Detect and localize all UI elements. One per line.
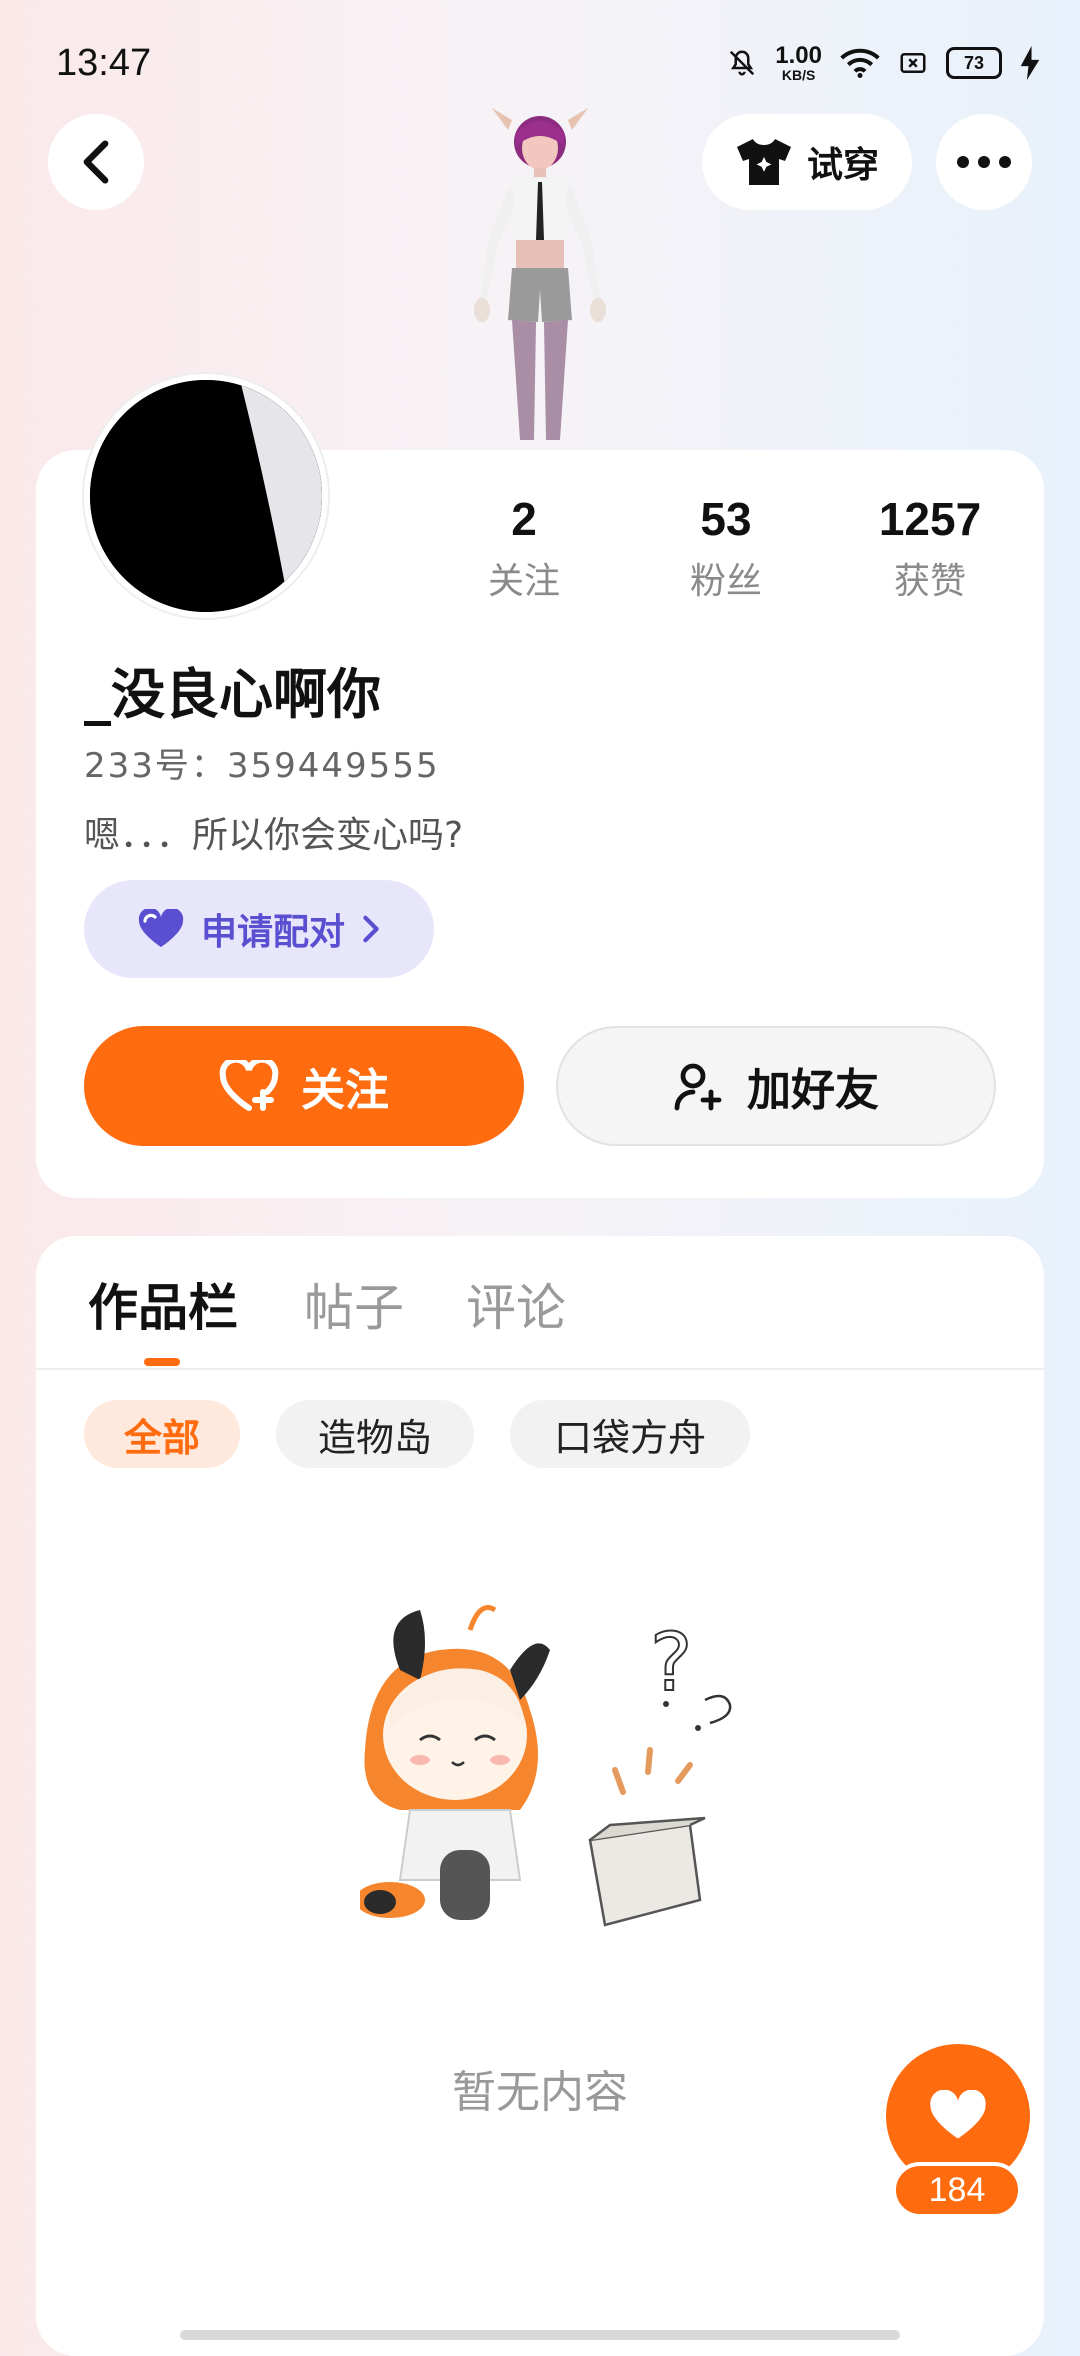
- stat-label: 获赞: [893, 561, 966, 602]
- follow-label: 关注: [301, 1065, 389, 1116]
- battery-icon: 73: [946, 47, 1002, 79]
- add-user-icon: [674, 1063, 722, 1111]
- heart-plus-icon: [219, 1060, 279, 1111]
- net-speed: 1.00 KB/S: [775, 42, 822, 83]
- shirt-icon: [736, 139, 791, 185]
- svg-text:?: ?: [650, 1616, 692, 1709]
- avatar-3d-figure[interactable]: [440, 90, 640, 450]
- username: _没良心啊你: [84, 663, 381, 726]
- try-on-button[interactable]: 试穿: [702, 114, 912, 210]
- stat-label: 关注: [487, 561, 560, 602]
- home-indicator[interactable]: [180, 2330, 900, 2340]
- stat-following[interactable]: 2 关注: [424, 492, 624, 604]
- filter-pocket-ark[interactable]: 口袋方舟: [510, 1400, 750, 1468]
- avatar-image: [90, 380, 322, 612]
- try-on-label: 试穿: [806, 145, 879, 186]
- stat-fans[interactable]: 53 粉丝: [626, 492, 826, 604]
- stat-value: 2: [511, 493, 537, 545]
- filter-all[interactable]: 全部: [84, 1400, 240, 1468]
- bio: 嗯．．．所以你会变心吗?: [84, 815, 464, 856]
- follow-button[interactable]: 关注: [84, 1026, 524, 1146]
- charging-icon: [1020, 46, 1040, 80]
- empty-state-illustration: ?: [360, 1605, 732, 1927]
- active-tab-indicator: [144, 1358, 180, 1366]
- more-button[interactable]: [936, 114, 1032, 210]
- like-count: 184: [892, 2162, 1022, 2218]
- back-icon: [83, 140, 109, 184]
- heart-icon: [930, 2090, 986, 2139]
- stat-likes[interactable]: 1257 获赞: [830, 492, 1030, 604]
- stat-value: 1257: [878, 493, 982, 545]
- chevron-right-icon: [363, 915, 379, 943]
- filter-creation-island[interactable]: 造物岛: [276, 1400, 474, 1468]
- bell-muted-icon: [730, 50, 755, 76]
- pair-request-button[interactable]: 申请配对: [84, 880, 434, 978]
- status-icons: 1.00 KB/S 73: [727, 44, 1040, 82]
- wifi-icon: [840, 48, 880, 78]
- tab-works[interactable]: 作品栏: [88, 1268, 238, 1340]
- sim-icon: [900, 53, 926, 73]
- more-icon: [957, 156, 1011, 168]
- tab-divider: [36, 1368, 1044, 1370]
- heart-icon: [138, 909, 184, 947]
- tab-posts[interactable]: 帖子: [304, 1268, 404, 1340]
- pair-request-label: 申请配对: [200, 912, 345, 953]
- back-button[interactable]: [48, 114, 144, 210]
- add-friend-label: 加好友: [747, 1065, 879, 1116]
- stat-value: 53: [700, 493, 752, 545]
- status-time: 13:47: [56, 42, 152, 84]
- add-friend-button[interactable]: 加好友: [556, 1026, 996, 1146]
- stat-label: 粉丝: [689, 561, 762, 602]
- user-id: 233号：359449555: [84, 746, 440, 786]
- tab-comments[interactable]: 评论: [466, 1268, 566, 1340]
- avatar[interactable]: [84, 374, 328, 618]
